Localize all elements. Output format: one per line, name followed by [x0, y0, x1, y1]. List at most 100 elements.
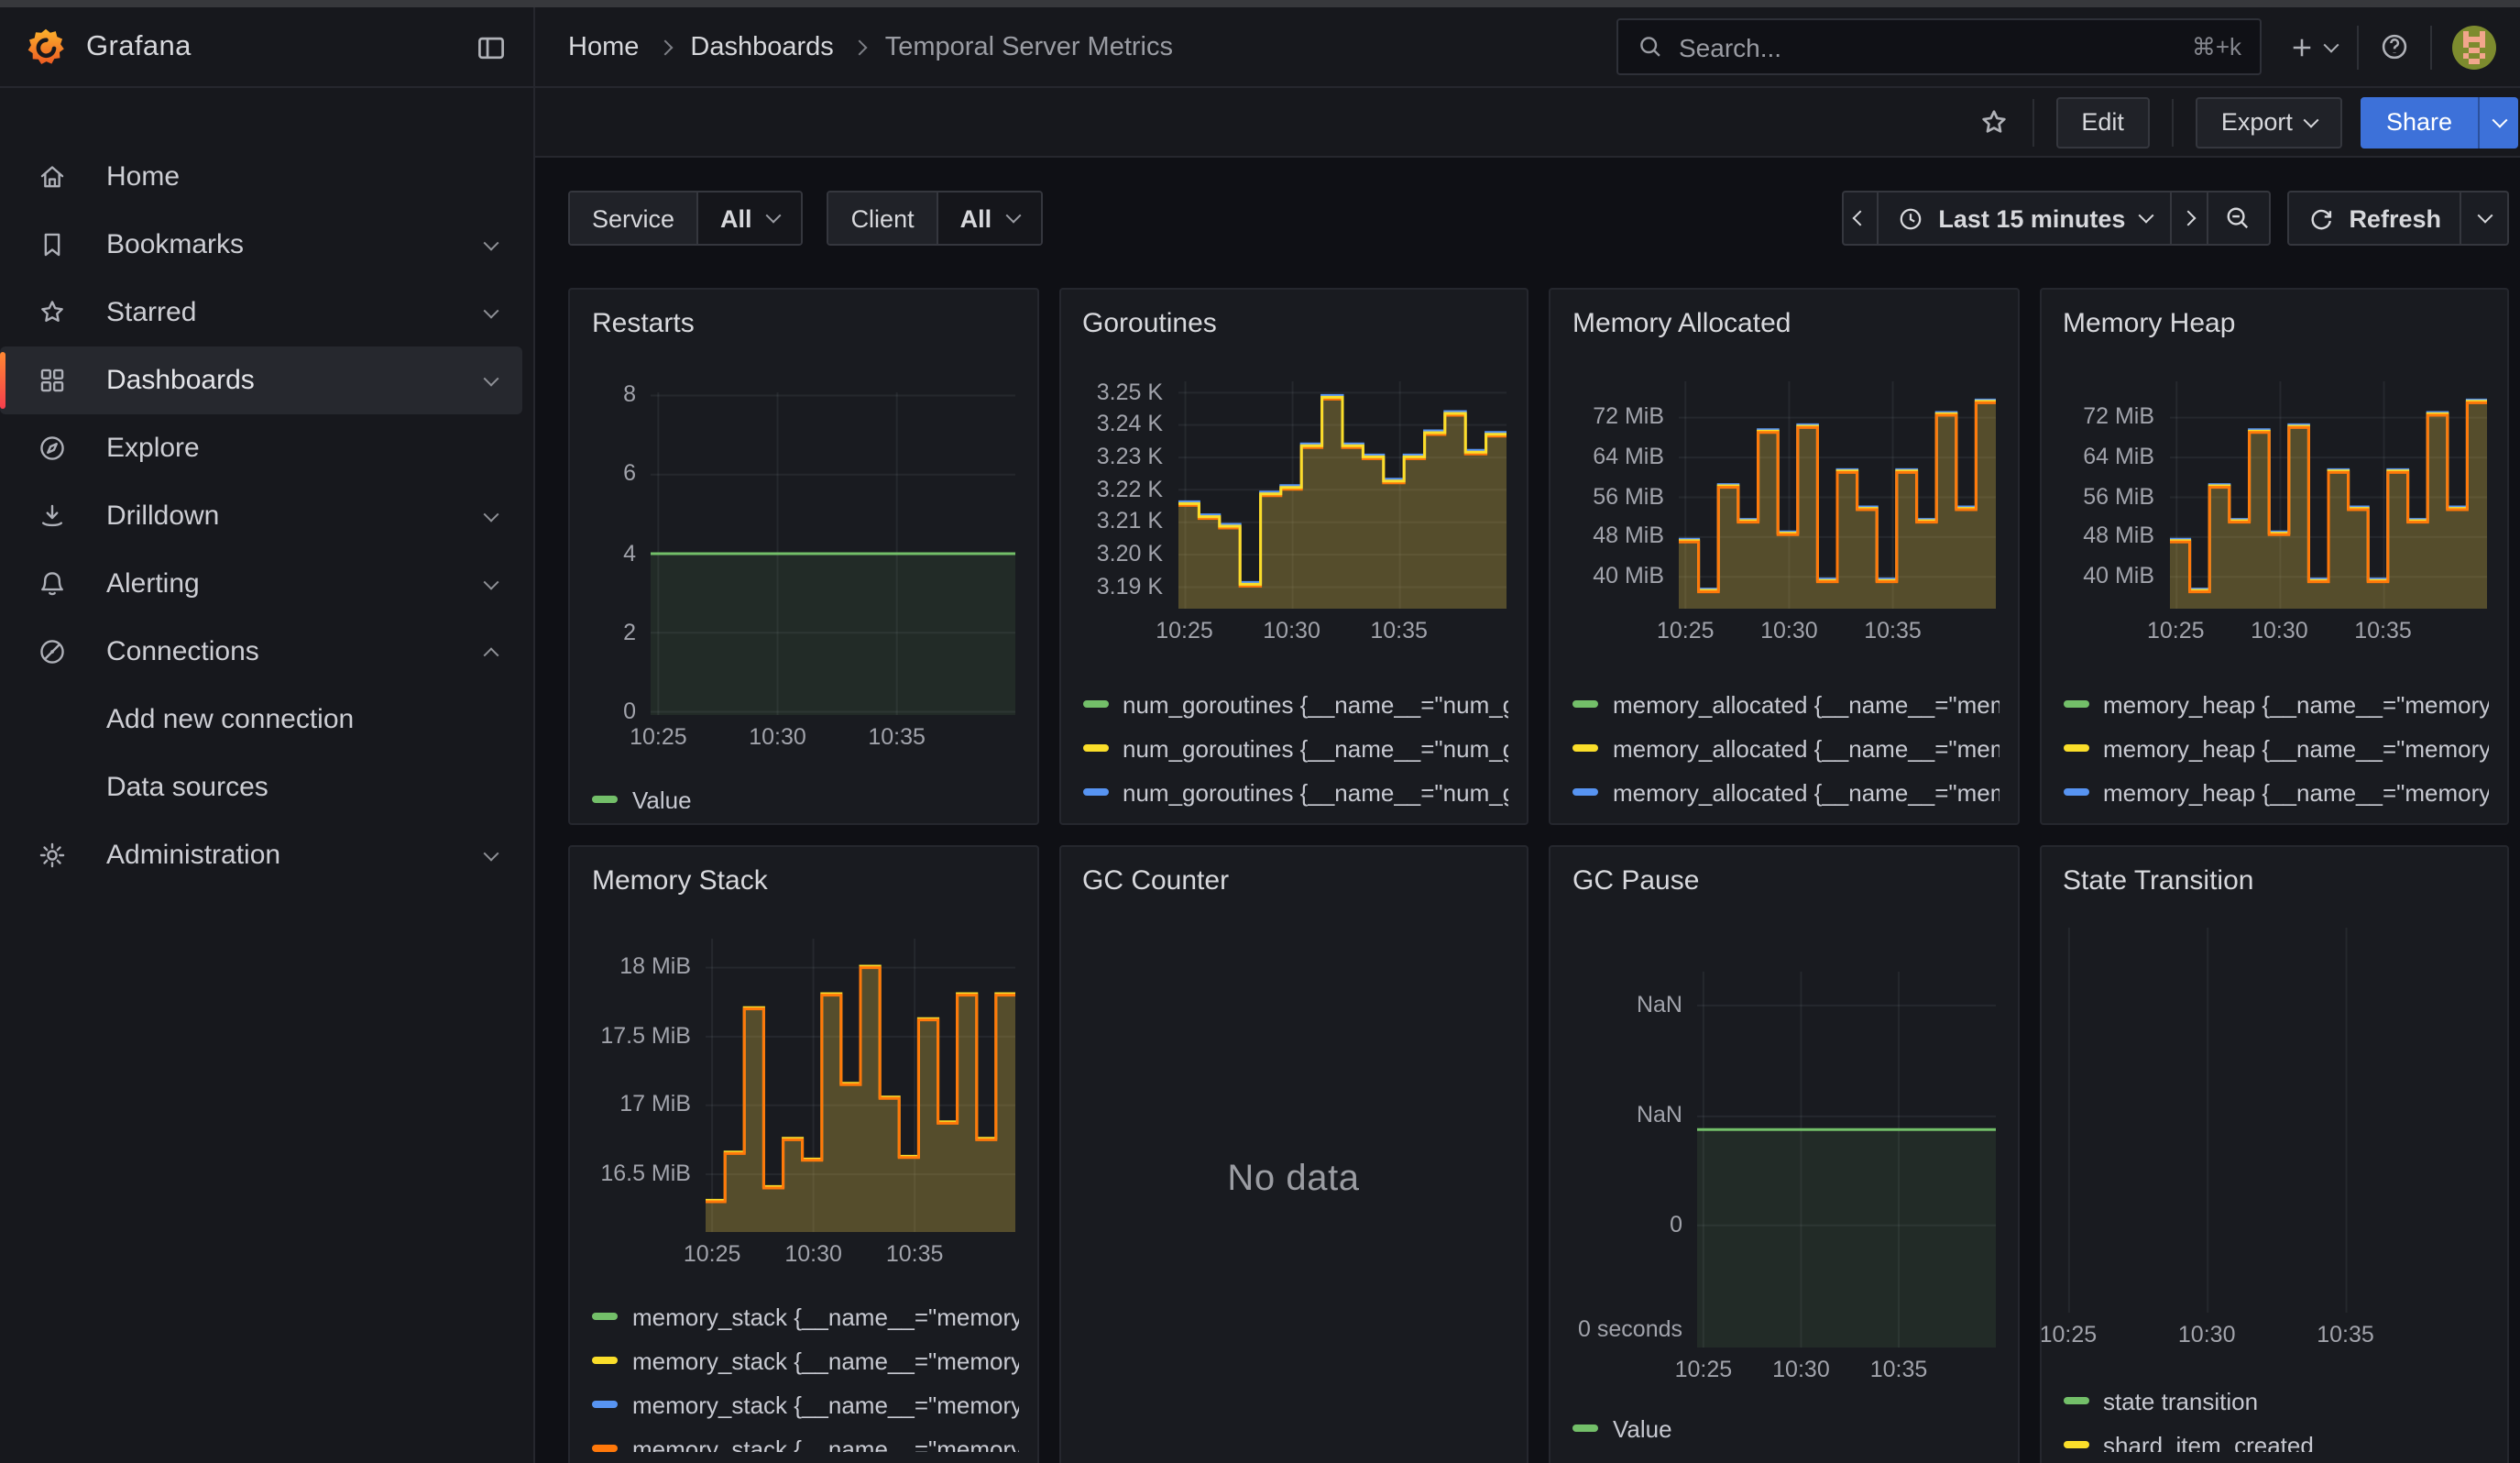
sidebar-item-drilldown[interactable]: Drilldown: [0, 482, 522, 550]
chart-plot-area[interactable]: [1679, 381, 1996, 609]
x-axis-tick: 10:30: [1760, 618, 1818, 644]
search-shortcut: ⌘+k: [2192, 32, 2241, 61]
chart-plot-area[interactable]: [706, 939, 1015, 1232]
sidebar-item-label: Add new connection: [106, 704, 354, 735]
favorite-star-icon[interactable]: [1977, 105, 2010, 138]
breadcrumb-home[interactable]: Home: [568, 32, 639, 61]
chevron-down-icon: [484, 235, 499, 250]
user-avatar[interactable]: [2452, 25, 2496, 69]
y-axis-tick: NaN: [1569, 992, 1682, 1019]
chevron-down-icon: [2492, 112, 2507, 127]
panel-row: Restarts 8642010:2510:3010:35Value Gorou…: [568, 288, 2509, 825]
chart-plot-area[interactable]: [2169, 381, 2486, 609]
legend-series-marker: [592, 1401, 618, 1408]
sidebar-item-connections[interactable]: Connections: [0, 618, 522, 686]
search-input[interactable]: Search... ⌘+k: [1616, 18, 2262, 75]
chart-plot-area[interactable]: [2059, 928, 2490, 1313]
x-axis-tick: 10:25: [2040, 1322, 2098, 1348]
sidebar-item-bookmarks[interactable]: Bookmarks: [0, 211, 522, 279]
panel-chart[interactable]: 18 MiB17.5 MiB17 MiB16.5 MiB10:2510:3010…: [588, 928, 1018, 1269]
legend-item[interactable]: memory_heap {__name__="memory_h: [2059, 726, 2489, 770]
breadcrumb-current-page: Temporal Server Metrics: [885, 32, 1173, 61]
panel-legend: Value: [588, 777, 1018, 808]
sidebar-item-add-new-connection[interactable]: Add new connection: [0, 686, 522, 754]
clock-icon: [1896, 204, 1923, 232]
drilldown-icon: [37, 500, 68, 532]
legend-series-label: num_goroutines {__name__="num_go: [1123, 734, 1508, 762]
legend-item[interactable]: shard_item_created: [2059, 1423, 2489, 1452]
sidebar-item-starred[interactable]: Starred: [0, 279, 522, 346]
sidebar-collapse-icon[interactable]: [475, 30, 508, 63]
legend-series-marker: [1572, 788, 1598, 796]
sidebar-item-data-sources[interactable]: Data sources: [0, 754, 522, 821]
panel-chart[interactable]: 8642010:2510:3010:35: [588, 370, 1018, 752]
dashboard-controls: ServiceAllClientAll Last 15 minutes: [568, 191, 2509, 246]
chart-plot-area[interactable]: [1697, 972, 1996, 1348]
share-options-caret[interactable]: [2478, 96, 2518, 148]
refresh-interval-caret[interactable]: [2461, 191, 2509, 246]
sidebar-item-home[interactable]: Home: [0, 143, 522, 211]
sidebar-item-alerting[interactable]: Alerting: [0, 550, 522, 618]
legend-item[interactable]: Value: [588, 777, 1018, 808]
legend-item[interactable]: memory_stack {__name__="memory_s: [588, 1426, 1018, 1452]
legend-item[interactable]: memory_stack {__name__="memory_s: [588, 1338, 1018, 1382]
chevron-down-icon: [766, 208, 782, 224]
time-shift-forward-button[interactable]: [2171, 191, 2208, 246]
filter-value-dropdown[interactable]: All: [937, 192, 1042, 244]
panel-chart[interactable]: 3.25 K3.24 K3.23 K3.22 K3.21 K3.20 K3.19…: [1079, 370, 1508, 645]
x-axis-tick: 10:25: [1675, 1357, 1733, 1382]
filter-value-dropdown[interactable]: All: [696, 192, 802, 244]
legend-series-marker: [1572, 1424, 1598, 1432]
variable-filter-service: ServiceAll: [568, 191, 804, 246]
legend-item[interactable]: Value: [1569, 1406, 1999, 1450]
legend-item[interactable]: memory_heap {__name__="memory_h: [2059, 770, 2489, 808]
chart-plot-area[interactable]: [1178, 381, 1506, 609]
legend-item[interactable]: memory_allocated {__name__="memc: [1569, 770, 1999, 808]
chart-plot-area[interactable]: [651, 392, 1015, 715]
legend-item[interactable]: memory_allocated {__name__="memc: [1569, 682, 1999, 726]
legend-item[interactable]: num_goroutines {__name__="num_go: [1079, 726, 1508, 770]
legend-item[interactable]: memory_allocated {__name__="memc: [1569, 726, 1999, 770]
legend-item[interactable]: num_goroutines {__name__="num_go: [1079, 770, 1508, 808]
panel-goroutines: Goroutines 3.25 K3.24 K3.23 K3.22 K3.21 …: [1058, 288, 1528, 825]
refresh-button[interactable]: Refresh: [2286, 191, 2461, 246]
sidebar-item-administration[interactable]: Administration: [0, 821, 522, 889]
panel-chart[interactable]: 72 MiB64 MiB56 MiB48 MiB40 MiB10:2510:30…: [1569, 370, 1999, 645]
x-axis-tick: 10:25: [2147, 618, 2205, 644]
share-button[interactable]: Share: [2361, 96, 2478, 148]
template-variables: ServiceAllClientAll: [568, 191, 1043, 246]
time-zoom-out-button[interactable]: [2208, 191, 2270, 246]
legend-series-marker: [2063, 788, 2088, 796]
panel-chart[interactable]: NaNNaN00 seconds10:2510:3010:35: [1569, 928, 1999, 1384]
filter-value: All: [960, 204, 992, 232]
legend-item[interactable]: memory_stack {__name__="memory_s: [588, 1294, 1018, 1338]
y-axis-tick: 0: [588, 698, 636, 725]
legend-item[interactable]: state transition: [2059, 1379, 2489, 1423]
legend-item[interactable]: memory_heap {__name__="memory_h: [2059, 682, 2489, 726]
x-axis-tick: 10:35: [2317, 1322, 2374, 1348]
chevron-down-icon: [2138, 208, 2153, 224]
edit-button[interactable]: Edit: [2055, 96, 2150, 148]
panel-chart[interactable]: 72 MiB64 MiB56 MiB48 MiB40 MiB10:2510:30…: [2059, 370, 2489, 645]
legend-series-marker: [592, 1445, 618, 1452]
panel-chart[interactable]: 10:2510:3010:35: [2059, 928, 2489, 1349]
sidebar-item-dashboards[interactable]: Dashboards: [0, 346, 522, 414]
legend-series-label: memory_allocated {__name__="memc: [1613, 734, 1999, 762]
legend-series-marker: [592, 1357, 618, 1364]
panel-row: Memory Stack 18 MiB17.5 MiB17 MiB16.5 Mi…: [568, 845, 2509, 1463]
export-button[interactable]: Export: [2196, 96, 2342, 148]
x-axis-tick: 10:30: [749, 724, 806, 750]
breadcrumb-dashboards[interactable]: Dashboards: [690, 32, 833, 61]
legend-item[interactable]: memory_stack {__name__="memory_s: [588, 1382, 1018, 1426]
x-axis-tick: 10:30: [2251, 618, 2308, 644]
legend-item[interactable]: num_goroutines {__name__="num_go: [1079, 682, 1508, 726]
divider: [2357, 25, 2359, 69]
y-axis-tick: 16.5 MiB: [588, 1160, 691, 1188]
time-shift-back-button[interactable]: [1841, 191, 1878, 246]
x-axis-tick: 10:35: [886, 1241, 944, 1267]
panel-title: Memory Stack: [592, 865, 1018, 906]
time-range-picker[interactable]: Last 15 minutes: [1878, 191, 2171, 246]
sidebar-item-explore[interactable]: Explore: [0, 414, 522, 482]
add-new-button[interactable]: [2287, 32, 2337, 61]
help-icon[interactable]: [2379, 31, 2410, 62]
